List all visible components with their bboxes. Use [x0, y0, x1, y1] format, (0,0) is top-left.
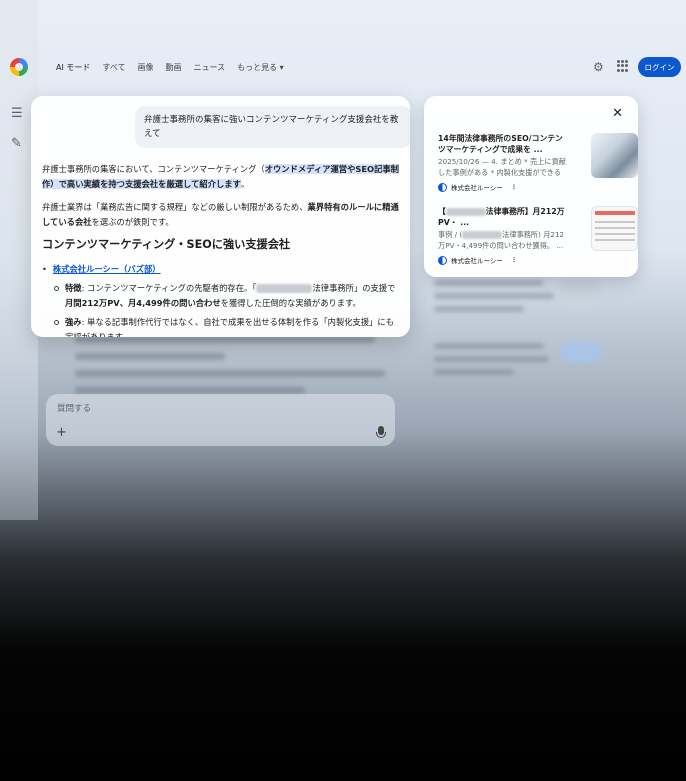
- sources-panel: ✕ 14年間法律事務所のSEO/コンテンツマーケティングで成果を ... 202…: [424, 96, 638, 277]
- blurred-thumbnail: [560, 280, 600, 310]
- blurred-background-results: [434, 272, 634, 382]
- more-vert-icon[interactable]: ⋮: [511, 256, 518, 264]
- redacted-text: [256, 284, 313, 293]
- tab-videos[interactable]: 動画: [166, 62, 182, 73]
- sub-list-item: 強み: 単なる記事制作代行ではなく、自社で成果を出せる体制を作る「内製化支援」に…: [54, 315, 399, 337]
- login-button[interactable]: ログイン: [638, 57, 681, 77]
- site-favicon-icon: [438, 255, 447, 265]
- tab-images[interactable]: 画像: [138, 62, 154, 73]
- ai-answer-card: 弁護士事務所の集客に強いコンテンツマーケティング支援会社を教えて 弁護士事務所の…: [31, 96, 410, 337]
- blurred-thumbnail: [560, 342, 602, 362]
- source-card[interactable]: 14年間法律事務所のSEO/コンテンツマーケティングで成果を ... 2025/…: [438, 133, 638, 192]
- ring-bullet: [54, 286, 59, 291]
- ask-input-box[interactable]: 質問する +: [46, 394, 395, 446]
- source-thumbnail[interactable]: [591, 133, 638, 178]
- source-meta: 株式会社ルーシー ⋮: [438, 255, 628, 265]
- source-thumbnail[interactable]: [591, 206, 638, 251]
- feature-text: 特徴: コンテンツマーケティングの先駆者的存在。「 法律事務所」の支援で月間212…: [65, 281, 399, 310]
- tab-more[interactable]: もっと見る ▾: [237, 62, 284, 73]
- source-meta: 株式会社ルーシー ⋮: [438, 182, 628, 192]
- site-favicon-icon: [438, 182, 447, 192]
- list-item: • 株式会社ルーシー（バズ部）: [42, 262, 399, 277]
- strength-label: 強み: [65, 317, 82, 327]
- settings-gear-icon[interactable]: ⚙: [593, 60, 604, 74]
- intro-end: 。: [240, 178, 250, 189]
- add-attachment-icon[interactable]: +: [56, 425, 67, 440]
- close-icon[interactable]: ✕: [612, 106, 623, 121]
- tab-news[interactable]: ニュース: [194, 62, 226, 73]
- section-heading: コンテンツマーケティング・SEOに強い支援会社: [42, 238, 291, 251]
- source-snippet: 2025/10/26 — 4. まとめ * 売上に貢献した事例がある * 内製化…: [438, 157, 566, 177]
- ring-bullet: [54, 320, 59, 325]
- para2-text: 弁護士業界は「業務広告に関する規程」などの厳しい制限があるため、: [42, 202, 308, 212]
- top-nav: AI モード すべて 画像 動画 ニュース もっと見る ▾: [56, 62, 284, 73]
- new-chat-icon[interactable]: ✎: [11, 136, 22, 151]
- source-site: 株式会社ルーシー: [451, 184, 503, 192]
- company-link[interactable]: 株式会社ルーシー（バズ部）: [53, 262, 161, 277]
- source-card[interactable]: 【法律事務所】月212万PV・ ... 事例 / (法律事務所) 月212万PV…: [438, 206, 638, 265]
- user-query-bubble: 弁護士事務所の集客に強いコンテンツマーケティング支援会社を教えて: [135, 106, 410, 148]
- answer-para2: 弁護士業界は「業務広告に関する規程」などの厳しい制限があるため、業界特有のルール…: [42, 200, 399, 229]
- redacted-text: [445, 208, 486, 216]
- more-vert-icon[interactable]: ⋮: [511, 183, 518, 191]
- source-snippet: 事例 / (法律事務所) 月212万PV・4,499件の問い合わせ獲得。 ...: [438, 230, 570, 251]
- feature-part: : コンテンツマーケティングの先駆者的存在。「: [81, 283, 257, 293]
- strength-body: : 単なる記事制作代行ではなく、自社で成果を出せる体制を作る「内製化支援」にも定…: [65, 317, 395, 337]
- intro-text: 弁護士事務所の集客において、コンテンツマーケティング（: [42, 164, 265, 174]
- source-title-part: 【: [438, 207, 446, 216]
- feature-end: を獲得した圧倒的な実績があります。: [220, 297, 361, 308]
- tab-ai-mode[interactable]: AI モード: [56, 62, 90, 73]
- bullet-dot: •: [42, 263, 47, 274]
- google-logo-icon[interactable]: [10, 58, 28, 76]
- microphone-icon[interactable]: [376, 426, 386, 438]
- answer-intro: 弁護士事務所の集客において、コンテンツマーケティング（オウンドメディア運営やSE…: [42, 162, 399, 191]
- ai-answer: 弁護士事務所の集客において、コンテンツマーケティング（オウンドメディア運営やSE…: [42, 162, 399, 337]
- para2-end: を選ぶのが鉄則です。: [91, 216, 174, 227]
- tab-all[interactable]: すべて: [102, 62, 125, 73]
- ask-input-placeholder[interactable]: 質問する: [57, 402, 91, 414]
- apps-grid-icon[interactable]: [617, 60, 629, 72]
- history-list-icon[interactable]: ☰: [11, 106, 23, 121]
- strength-text: 強み: 単なる記事制作代行ではなく、自社で成果を出せる体制を作る「内製化支援」に…: [65, 315, 399, 337]
- feature-part: 法律事務所」の支援で: [312, 283, 396, 293]
- source-title[interactable]: 14年間法律事務所のSEO/コンテンツマーケティングで成果を ...: [438, 133, 570, 155]
- feature-bold: 月間212万PV、月4,499件の問い合わせ: [65, 297, 221, 308]
- source-snippet-part: 事例 / (: [438, 230, 463, 239]
- source-title[interactable]: 【法律事務所】月212万PV・ ...: [438, 206, 570, 228]
- source-site: 株式会社ルーシー: [451, 257, 503, 265]
- feature-label: 特徴: [65, 283, 82, 293]
- redacted-text: [462, 231, 503, 239]
- sub-list-item: 特徴: コンテンツマーケティングの先駆者的存在。「 法律事務所」の支援で月間212…: [54, 281, 399, 310]
